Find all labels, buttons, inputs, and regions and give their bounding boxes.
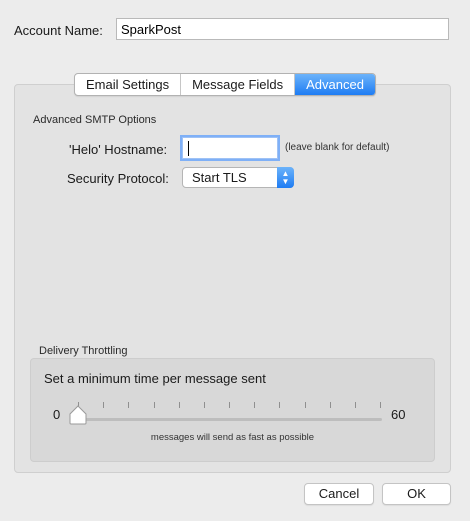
ok-button[interactable]: OK [382,483,451,505]
slider-tick [304,402,306,408]
helo-hostname-hint: (leave blank for default) [285,142,390,153]
slider-tick [380,402,381,408]
text-cursor [188,141,189,156]
slider-tick [254,402,256,408]
security-protocol-value: Start TLS [192,170,247,185]
slider-max-label: 60 [391,407,406,422]
throttling-description: Set a minimum time per message sent [44,371,266,386]
tab-email-settings[interactable]: Email Settings [75,74,182,95]
security-protocol-label: Security Protocol: [67,171,169,186]
slider-tick [128,402,130,408]
slider-tick [329,402,331,408]
up-down-chevron-icon: ▲ ▼ [277,167,294,188]
tab-bar: Email Settings Message Fields Advanced [74,73,376,96]
slider-tick [354,402,356,408]
slider-tick [229,402,230,408]
account-name-input[interactable] [116,18,449,40]
helo-hostname-label: 'Helo' Hostname: [69,142,168,157]
slider-tick [178,402,180,408]
slider-tick [103,402,105,408]
slider-tick [203,402,205,408]
throttle-slider-track[interactable] [78,418,382,421]
tab-advanced[interactable]: Advanced [295,74,375,95]
security-protocol-select[interactable]: Start TLS ▲ ▼ [182,167,294,188]
advanced-smtp-title: Advanced SMTP Options [33,114,157,126]
slider-tick [279,402,281,408]
account-name-label: Account Name: [14,23,103,38]
slider-min-label: 0 [53,407,61,422]
cancel-button[interactable]: Cancel [304,483,374,505]
slider-caption: messages will send as fast as possible [150,432,315,443]
helo-hostname-input[interactable] [180,135,280,161]
slider-tick [153,402,155,408]
tab-message-fields[interactable]: Message Fields [181,74,296,95]
delivery-throttling-title: Delivery Throttling [39,345,128,357]
